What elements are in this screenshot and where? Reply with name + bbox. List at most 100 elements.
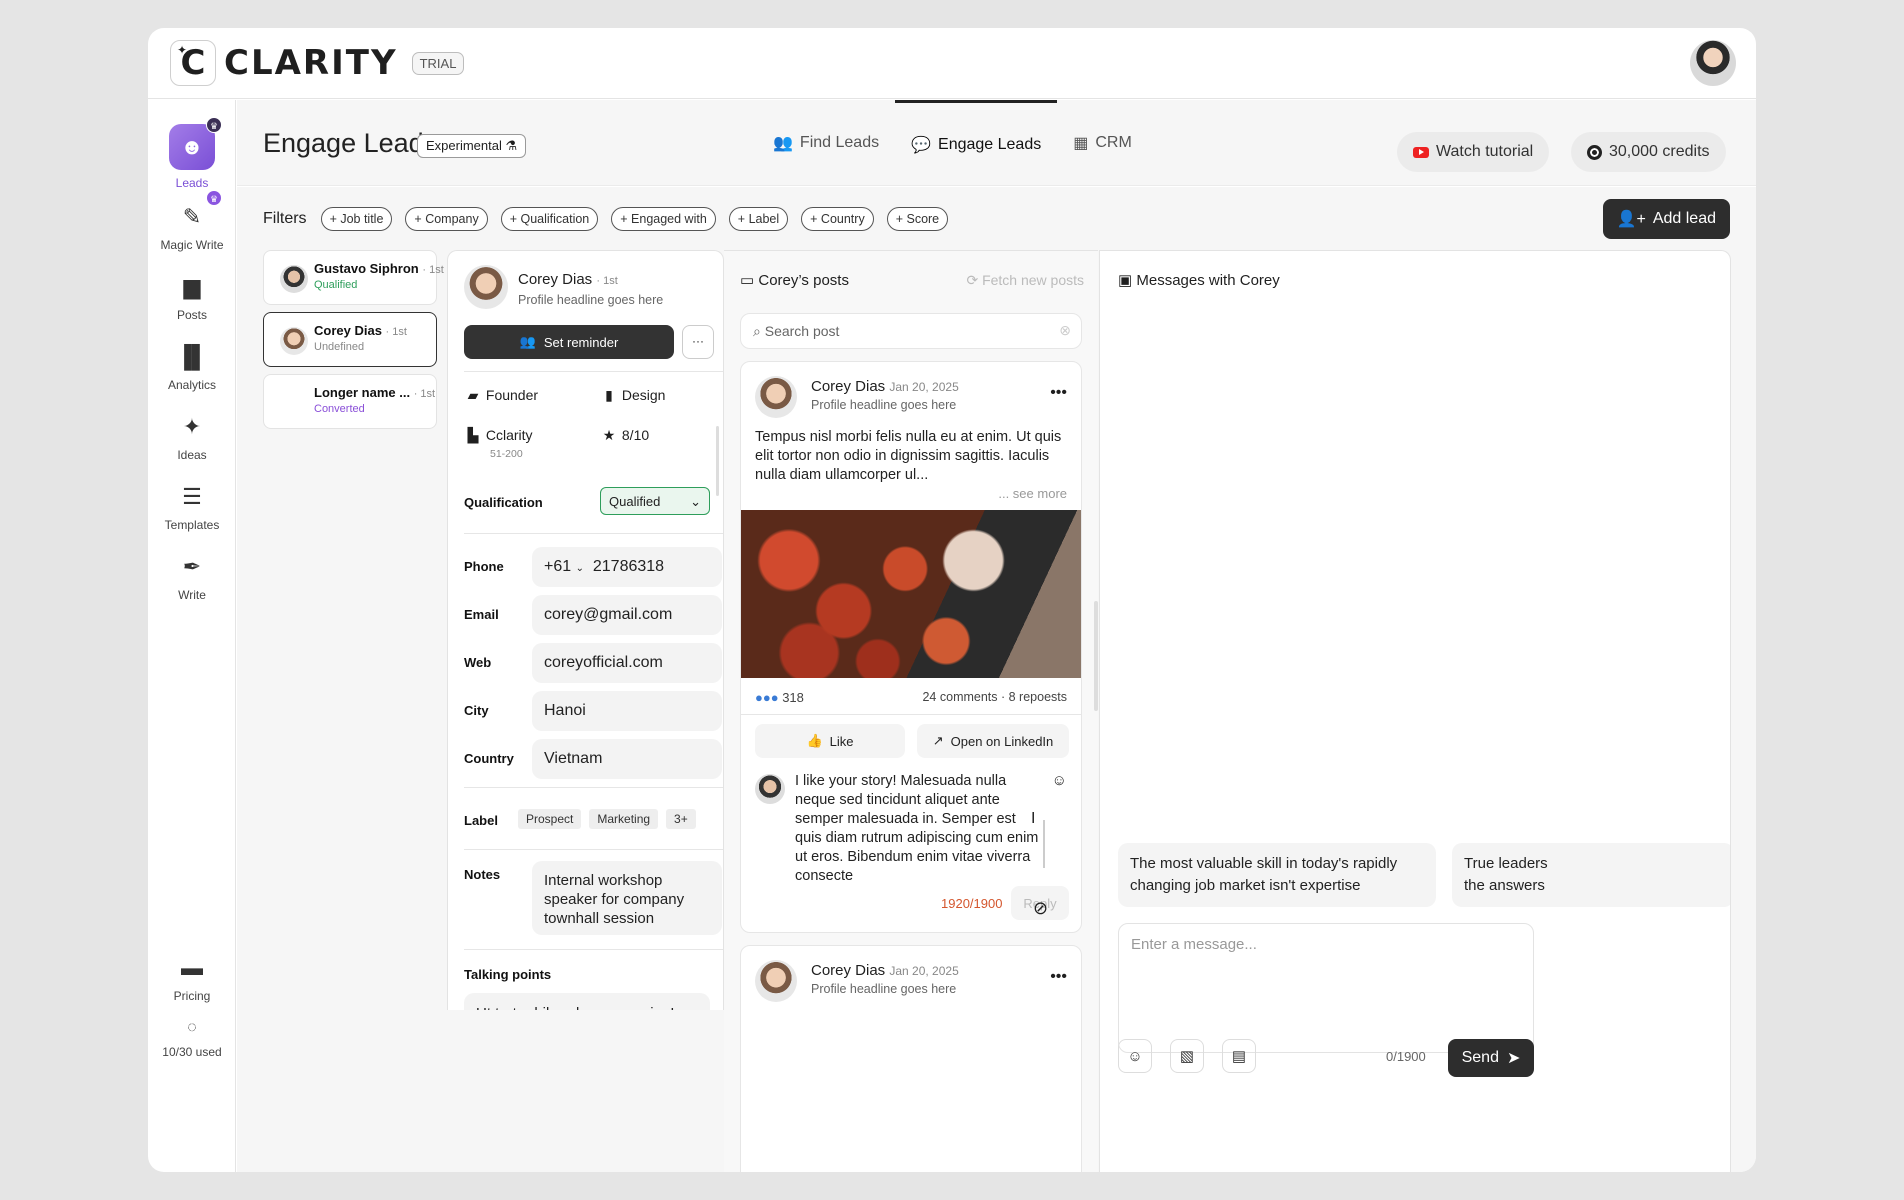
city-field[interactable]: Hanoi bbox=[532, 691, 722, 731]
sidebar-item-posts[interactable]: ▆ Posts bbox=[148, 274, 236, 322]
avatar bbox=[280, 265, 308, 293]
post-more-icon[interactable]: ••• bbox=[1050, 968, 1067, 986]
credits-button[interactable]: 30,000 credits bbox=[1571, 132, 1726, 172]
more-options-button[interactable]: ··· bbox=[682, 325, 714, 359]
table-icon: ▦ bbox=[1073, 135, 1089, 152]
post-more-icon[interactable]: ••• bbox=[1050, 384, 1067, 402]
lead-card-selected[interactable]: Corey Dias · 1st Undefined bbox=[263, 312, 437, 367]
send-icon: ➤ bbox=[1506, 1050, 1521, 1067]
filter-country[interactable]: + Country bbox=[801, 206, 874, 231]
see-more-link[interactable]: ... see more bbox=[998, 486, 1067, 501]
emoji-icon[interactable]: ☺ bbox=[1052, 772, 1067, 789]
emoji-button[interactable]: ☺ bbox=[1118, 1039, 1152, 1073]
filter-score[interactable]: + Score bbox=[886, 206, 949, 231]
open-linkedin-button[interactable]: ↗ Open on LinkedIn bbox=[917, 724, 1069, 758]
department-field: ▮ Design bbox=[600, 387, 665, 404]
filter-engaged-with[interactable]: + Engaged with bbox=[611, 206, 716, 231]
textarea-scrollbar[interactable] bbox=[1043, 820, 1045, 868]
thumbs-up-icon: 👍 bbox=[806, 733, 823, 748]
sidebar-item-templates[interactable]: ☰ Templates bbox=[148, 484, 236, 532]
filter-label[interactable]: + Label bbox=[728, 206, 789, 231]
pen-icon: ✒ bbox=[182, 554, 202, 579]
message-input[interactable]: Enter a message... bbox=[1118, 923, 1534, 1053]
tab-crm[interactable]: ▦ CRM bbox=[1057, 100, 1148, 186]
sidebar-item-write[interactable]: ✒ Write bbox=[148, 554, 236, 602]
filter-company[interactable]: + Company bbox=[405, 206, 488, 231]
credit-card-icon: ▬ bbox=[181, 955, 203, 980]
stack-icon: ☰ bbox=[182, 484, 202, 509]
lead-card[interactable]: Gustavo Siphron · 1st Qualified bbox=[263, 250, 444, 305]
usage-indicator: ◌ 10/30 used bbox=[148, 1015, 236, 1059]
like-button[interactable]: 👍 Like bbox=[755, 724, 905, 758]
post-image[interactable] bbox=[741, 510, 1081, 678]
qualification-select[interactable]: Qualified ⌄ bbox=[600, 487, 710, 515]
reply-textarea[interactable]: I like your story! Malesuada nulla neque… bbox=[795, 772, 1039, 884]
divider bbox=[464, 949, 723, 950]
filter-qualification[interactable]: + Qualification bbox=[500, 206, 599, 231]
post-card: Corey Dias Jan 20, 2025 Profile headline… bbox=[740, 361, 1082, 933]
tag[interactable]: Marketing bbox=[589, 809, 659, 829]
main-content: Gustavo Siphron · 1st Qualified Corey Di… bbox=[237, 250, 1756, 1172]
phone-label: Phone bbox=[464, 559, 504, 574]
filter-job-title[interactable]: + Job title bbox=[320, 206, 393, 231]
lead-card[interactable]: Longer name ... · 1st Converted bbox=[263, 374, 437, 429]
divider bbox=[464, 533, 723, 534]
qualification-label: Qualification bbox=[464, 495, 543, 510]
refresh-icon: ⟳ bbox=[966, 272, 979, 288]
divider bbox=[464, 849, 723, 850]
search-post-input[interactable]: ⌕ Search post ⊗ bbox=[740, 313, 1082, 349]
tag-more[interactable]: 3+ bbox=[666, 809, 696, 829]
avatar bbox=[755, 774, 785, 804]
magic-wand-icon: ✎ ♛ bbox=[148, 190, 236, 230]
image-button[interactable]: ▧ bbox=[1170, 1039, 1204, 1073]
filters-bar: Filters + Job title + Company + Qualific… bbox=[237, 187, 1756, 250]
sidebar-item-ideas[interactable]: ✦ Ideas bbox=[148, 414, 236, 462]
briefcase-icon: ▰ bbox=[467, 387, 479, 403]
search-icon: ⌕ bbox=[753, 323, 761, 339]
scrollbar[interactable] bbox=[716, 426, 719, 496]
post-text: Tempus nisl morbi felis nulla eu at enim… bbox=[755, 429, 1062, 483]
app-window: ✦ C CLARITY TRIAL ☻ ♛ Leads ✎ ♛ Magic Write… bbox=[148, 28, 1756, 1172]
web-label: Web bbox=[464, 655, 492, 670]
phone-field[interactable]: +61 ⌄ 21786318 bbox=[532, 547, 722, 587]
watch-tutorial-button[interactable]: Watch tutorial bbox=[1397, 132, 1550, 172]
divider bbox=[741, 714, 1081, 715]
profile-headline: Profile headline goes here bbox=[518, 293, 664, 307]
tab-find-leads[interactable]: 👥 Find Leads bbox=[757, 100, 895, 186]
web-field[interactable]: coreyofficial.com bbox=[532, 643, 722, 683]
sidebar-item-analytics[interactable]: ▐▌ Analytics bbox=[148, 344, 236, 392]
bar-chart-icon: ▐▌ bbox=[176, 344, 208, 369]
user-avatar[interactable] bbox=[1690, 40, 1736, 86]
reactions-count: ●●● 318 bbox=[755, 690, 804, 705]
external-link-icon: ↗ bbox=[932, 733, 944, 748]
set-reminder-button[interactable]: 👥 Set reminder bbox=[464, 325, 674, 359]
send-button[interactable]: Send ➤ bbox=[1448, 1039, 1534, 1077]
talking-points-label: Talking points bbox=[464, 967, 552, 982]
sidebar-item-pricing[interactable]: ▬ Pricing bbox=[148, 955, 236, 1003]
sidebar-item-magic-write[interactable]: ✎ ♛ Magic Write bbox=[148, 190, 236, 252]
fetch-posts-button[interactable]: ⟳ Fetch new posts bbox=[966, 272, 1084, 289]
post-author: Corey Dias Jan 20, 2025 bbox=[811, 378, 959, 395]
country-field[interactable]: Vietnam bbox=[532, 739, 722, 779]
clear-icon[interactable]: ⊗ bbox=[1059, 322, 1071, 339]
suggestion-chip[interactable]: The most valuable skill in today's rapid… bbox=[1118, 843, 1436, 907]
email-field[interactable]: corey@gmail.com bbox=[532, 595, 722, 635]
talking-points-field[interactable]: Ut tortor bibendum neque in. In eget bbox=[464, 993, 710, 1010]
notes-field[interactable]: Internal workshop speaker for company to… bbox=[532, 861, 722, 935]
messages-title: ▣ Messages with Corey bbox=[1118, 272, 1280, 289]
message-counter: 0/1900 bbox=[1386, 1049, 1426, 1064]
bell-icon: 👥 bbox=[519, 334, 536, 349]
divider bbox=[464, 787, 723, 788]
scrollbar[interactable] bbox=[1094, 601, 1098, 711]
sidebar-item-leads[interactable]: ☻ ♛ Leads bbox=[148, 117, 236, 190]
pdf-button[interactable]: ▤ bbox=[1222, 1039, 1256, 1073]
inbox-icon: ▣ bbox=[1118, 272, 1133, 289]
suggestion-chip[interactable]: True leaders the answers bbox=[1452, 843, 1730, 907]
tag[interactable]: Prospect bbox=[518, 809, 582, 829]
crown-icon: ♛ bbox=[206, 190, 222, 206]
tab-engage-leads[interactable]: 💬 Engage Leads bbox=[895, 100, 1058, 186]
page-header: Engage Leads Experimental ⚗ 👥 Find Leads … bbox=[237, 100, 1756, 186]
chevron-down-icon: ⌄ bbox=[575, 563, 584, 574]
add-lead-button[interactable]: 👤+ Add lead bbox=[1602, 199, 1730, 239]
posts-icon: ▆ bbox=[183, 274, 201, 299]
